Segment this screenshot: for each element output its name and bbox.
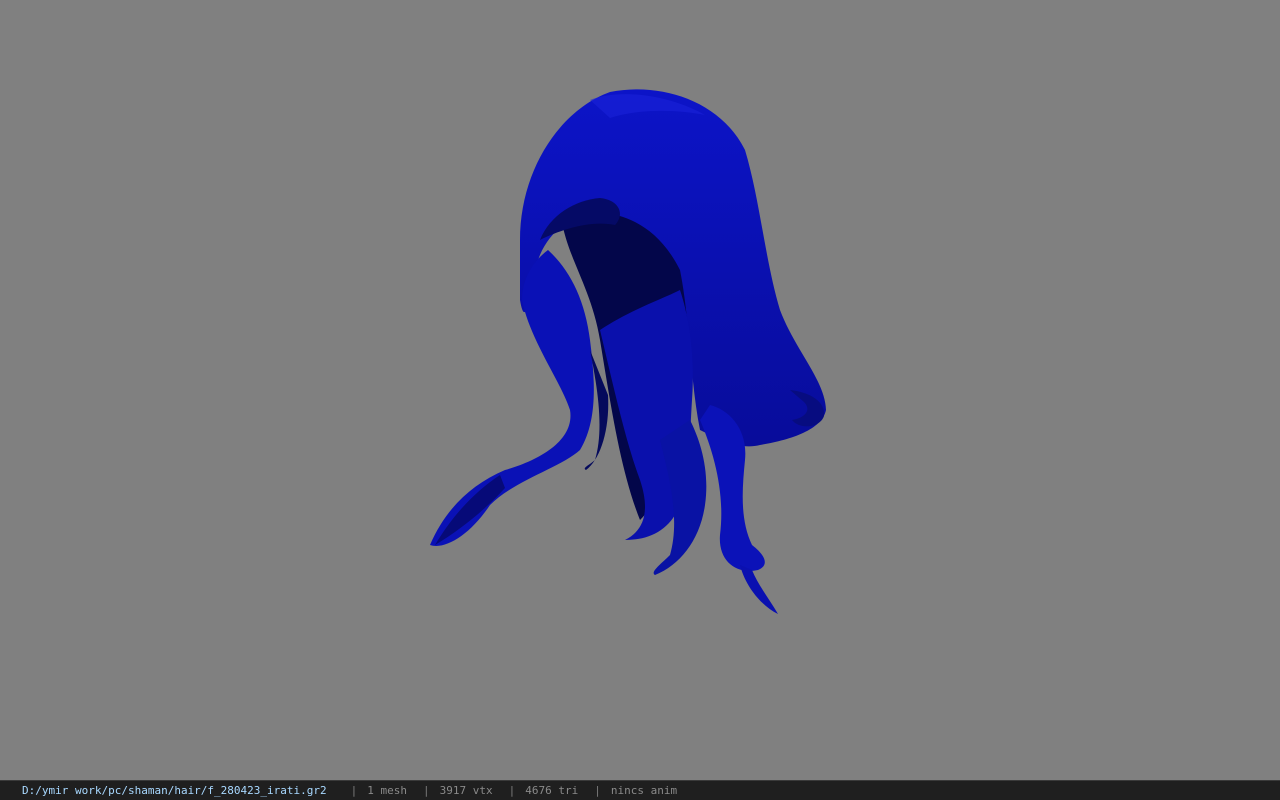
hair-right-lock-tip bbox=[740, 565, 778, 614]
status-bar: D:/ymir work/pc/shaman/hair/f_280423_ira… bbox=[0, 780, 1280, 800]
separator: | bbox=[508, 784, 516, 797]
separator: | bbox=[594, 784, 601, 797]
animation-status: nincs anim bbox=[610, 784, 678, 797]
3d-viewport[interactable] bbox=[0, 0, 1280, 780]
separator: | bbox=[423, 784, 430, 797]
hair-model-render bbox=[430, 89, 826, 614]
triangle-count: 4676 tri bbox=[525, 784, 579, 797]
hair-left-lock-strand bbox=[435, 475, 505, 545]
file-path: D:/ymir work/pc/shaman/hair/f_280423_ira… bbox=[22, 784, 327, 797]
hair-left-lock bbox=[430, 250, 594, 546]
vertex-count: 3917 vtx bbox=[439, 784, 493, 797]
mesh-count: 1 mesh bbox=[367, 784, 408, 797]
separator: | bbox=[350, 784, 358, 797]
